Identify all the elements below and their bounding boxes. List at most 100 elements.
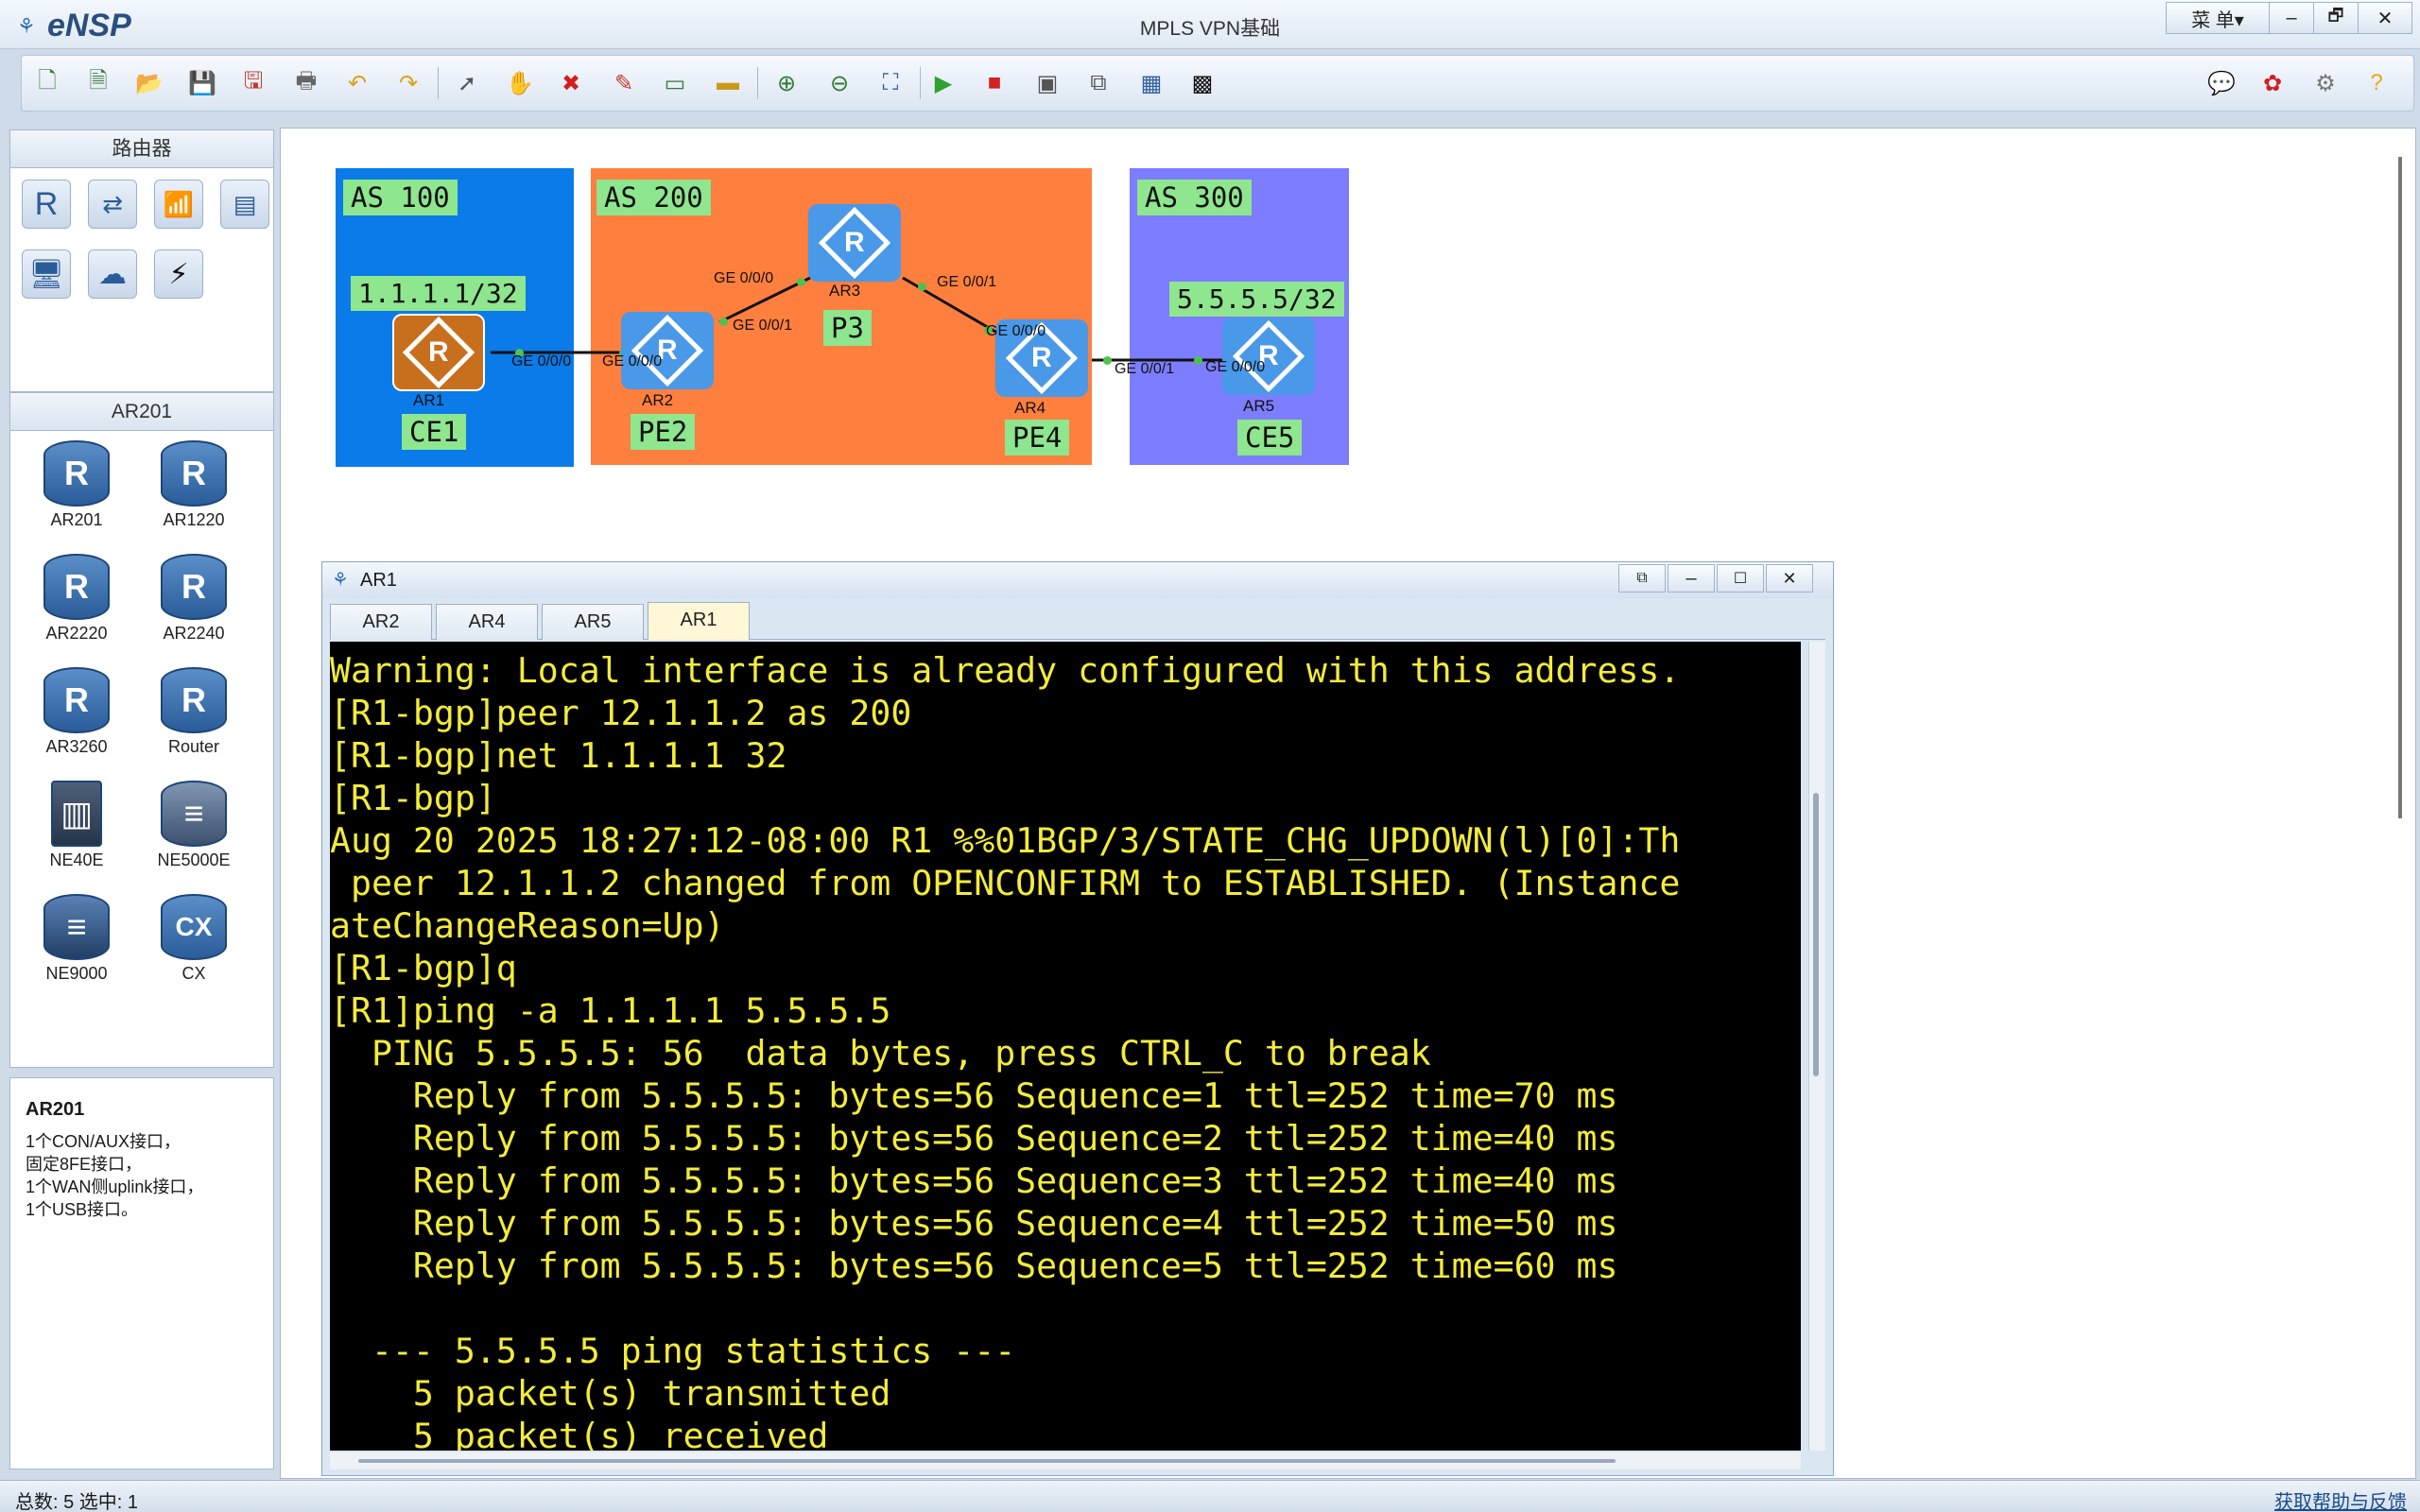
device-item-ar2240[interactable]: R AR2240 [137, 554, 251, 644]
console-title-bar[interactable]: ⚘ AR1 ⧉ – ☐ ✕ [322, 562, 1833, 598]
device-item-ar1220[interactable]: R AR1220 [137, 440, 251, 530]
ce1-label: CE1 [402, 414, 467, 450]
new-topology-icon[interactable]: 🗋 [29, 65, 65, 101]
device-info-line: 1个USB接口。 [26, 1200, 139, 1219]
scroll-thumb[interactable] [1813, 793, 1819, 1076]
router-ar5[interactable]: R [1222, 318, 1315, 395]
device-item-router[interactable]: R Router [137, 667, 251, 757]
cloud-category-icon[interactable]: ☁ [88, 249, 137, 299]
terminal-line: Reply from 5.5.5.5: bytes=56 Sequence=4 … [330, 1203, 1618, 1244]
stop-icon[interactable]: ■ [977, 65, 1012, 101]
help-feedback-link[interactable]: 获取帮助与反馈 [2274, 1486, 2407, 1512]
terminal[interactable]: Warning: Local interface is already conf… [330, 642, 1801, 1451]
help-icon[interactable]: ? [2359, 65, 2394, 101]
terminal-line: [R1-bgp]q [330, 948, 517, 988]
console-close-button[interactable]: ✕ [1766, 564, 1813, 593]
palette-icon[interactable]: ▬ [710, 65, 746, 101]
terminal-line: [R1-bgp] [330, 778, 496, 818]
settings-icon[interactable]: ⚙ [2308, 65, 2343, 101]
terminal-line: peer 12.1.1.2 changed from OPENCONFIRM t… [330, 863, 1681, 903]
ce1-ip-label: 1.1.1.1/32 [351, 276, 526, 311]
console-detach-button[interactable]: ⧉ [1618, 564, 1666, 593]
pc-category-icon[interactable]: 🖥 [22, 249, 71, 299]
firewall-category-icon[interactable]: ▤ [220, 180, 269, 229]
delete-link-icon[interactable]: ✎ [606, 65, 642, 101]
fit-icon[interactable]: ⛶ [873, 65, 908, 101]
toolbar: 🗋 🗎 📂 💾 🖫 🖶 ↶ ↷ ➚ ✋ ✖ ✎ ▭ ▬ ⊕ ⊖ ⛶ ▶ ■ ▣ … [21, 55, 2414, 112]
zoom-in-icon[interactable]: ⊕ [769, 65, 804, 101]
terminal-line: Aug 20 2025 18:27:12-08:00 R1 %%01BGP/3/… [330, 820, 1681, 861]
device-label: NE9000 [45, 964, 108, 983]
device-label: AR2240 [163, 624, 225, 643]
capture-icon[interactable]: ▣ [1029, 65, 1065, 101]
console-window: ⚘ AR1 ⧉ – ☐ ✕ AR2 AR4 AR5 AR1 Warning: L… [321, 561, 1834, 1476]
tab-ar2[interactable]: AR2 [330, 604, 432, 640]
port-label: GE 0/0/0 [602, 353, 663, 369]
device-label: AR1220 [163, 510, 225, 529]
console-tabs: AR2 AR4 AR5 AR1 [330, 602, 1825, 640]
pan-icon[interactable]: ✋ [502, 65, 538, 101]
router-ar2[interactable]: R [621, 312, 714, 389]
connection-category-icon[interactable]: ⚡ [154, 249, 203, 299]
port-dot [797, 278, 805, 286]
redo-icon[interactable]: ↷ [390, 65, 426, 101]
device-label: Router [167, 737, 220, 756]
router-icon: R [161, 554, 227, 620]
save-as-icon[interactable]: 🖫 [235, 65, 271, 101]
terminal-line: 5 packet(s) transmitted [330, 1373, 891, 1414]
device-list-panel: AR201 R AR201 R AR1220 R AR2220 R AR2240 R AR… [9, 392, 274, 1068]
p3-label: P3 [823, 310, 872, 346]
router-icon: R [161, 667, 227, 733]
grid-icon[interactable]: ▦ [1133, 65, 1169, 101]
new-example-icon[interactable]: 🗎 [80, 65, 116, 101]
menu-button[interactable]: 菜 单▾ [2166, 2, 2270, 34]
topology-icon[interactable]: ⧉ [1080, 65, 1116, 101]
device-item-ne9000[interactable]: ≡ NE9000 [20, 894, 133, 984]
zoom-out-icon[interactable]: ⊖ [821, 65, 857, 101]
open-icon[interactable]: 📂 [131, 65, 167, 101]
tab-ar1[interactable]: AR1 [648, 602, 750, 640]
terminal-output: Warning: Local interface is already conf… [330, 649, 1680, 1451]
delete-icon[interactable]: ✖ [553, 65, 589, 101]
device-label: CX [182, 964, 206, 983]
device-item-ar2220[interactable]: R AR2220 [20, 554, 133, 644]
device-item-ar3260[interactable]: R AR3260 [20, 667, 133, 757]
scroll-thumb[interactable] [358, 1459, 1616, 1463]
minimize-button[interactable]: – [2269, 2, 2314, 34]
console-maximize-button[interactable]: ☐ [1717, 564, 1764, 593]
close-button[interactable]: ✕ [2358, 2, 2412, 34]
undo-icon[interactable]: ↶ [339, 65, 375, 101]
feedback-icon[interactable]: 💬 [2204, 65, 2239, 101]
switch-category-icon[interactable]: ⇄ [88, 180, 137, 229]
restore-button[interactable]: 🗗 [2313, 2, 2359, 34]
print-icon[interactable]: 🖶 [288, 65, 324, 101]
terminal-line: Reply from 5.5.5.5: bytes=56 Sequence=1 … [330, 1075, 1618, 1116]
huawei-icon[interactable]: ✿ [2255, 65, 2290, 101]
device-item-ne5000e[interactable]: ≡ NE5000E [137, 781, 251, 870]
console-minimize-button[interactable]: – [1668, 564, 1715, 593]
terminal-vertical-scrollbar[interactable] [1808, 642, 1825, 1451]
router-category-icon[interactable]: R [22, 180, 71, 229]
terminal-horizontal-scrollbar[interactable] [330, 1452, 1801, 1469]
router-ar1[interactable]: R [392, 314, 485, 391]
port-dot [1103, 356, 1112, 365]
device-item-cx[interactable]: CX CX [137, 894, 251, 984]
wireless-category-icon[interactable]: 📶 [154, 180, 203, 229]
start-icon[interactable]: ▶ [925, 65, 961, 101]
router-name-ar1: AR1 [413, 391, 445, 409]
window-controls: 菜 单▾ – 🗗 ✕ [2166, 2, 2412, 34]
save-icon[interactable]: 💾 [184, 65, 220, 101]
device-item-ne40e[interactable]: ▥ NE40E [20, 781, 133, 870]
text-icon[interactable]: ▭ [657, 65, 693, 101]
toolbar-separator [438, 67, 439, 99]
select-icon[interactable]: ➚ [449, 65, 485, 101]
router-name-ar5: AR5 [1243, 397, 1275, 415]
cli-icon[interactable]: ▩ [1184, 65, 1220, 101]
tab-ar5[interactable]: AR5 [542, 604, 644, 640]
canvas-scrollbar[interactable] [2398, 157, 2402, 818]
device-list-title: AR201 [10, 393, 273, 431]
port-label: GE 0/0/0 [714, 270, 774, 286]
tab-ar4[interactable]: AR4 [436, 604, 538, 640]
router-ar3[interactable]: R [808, 204, 901, 282]
device-item-ar201[interactable]: R AR201 [20, 440, 133, 530]
